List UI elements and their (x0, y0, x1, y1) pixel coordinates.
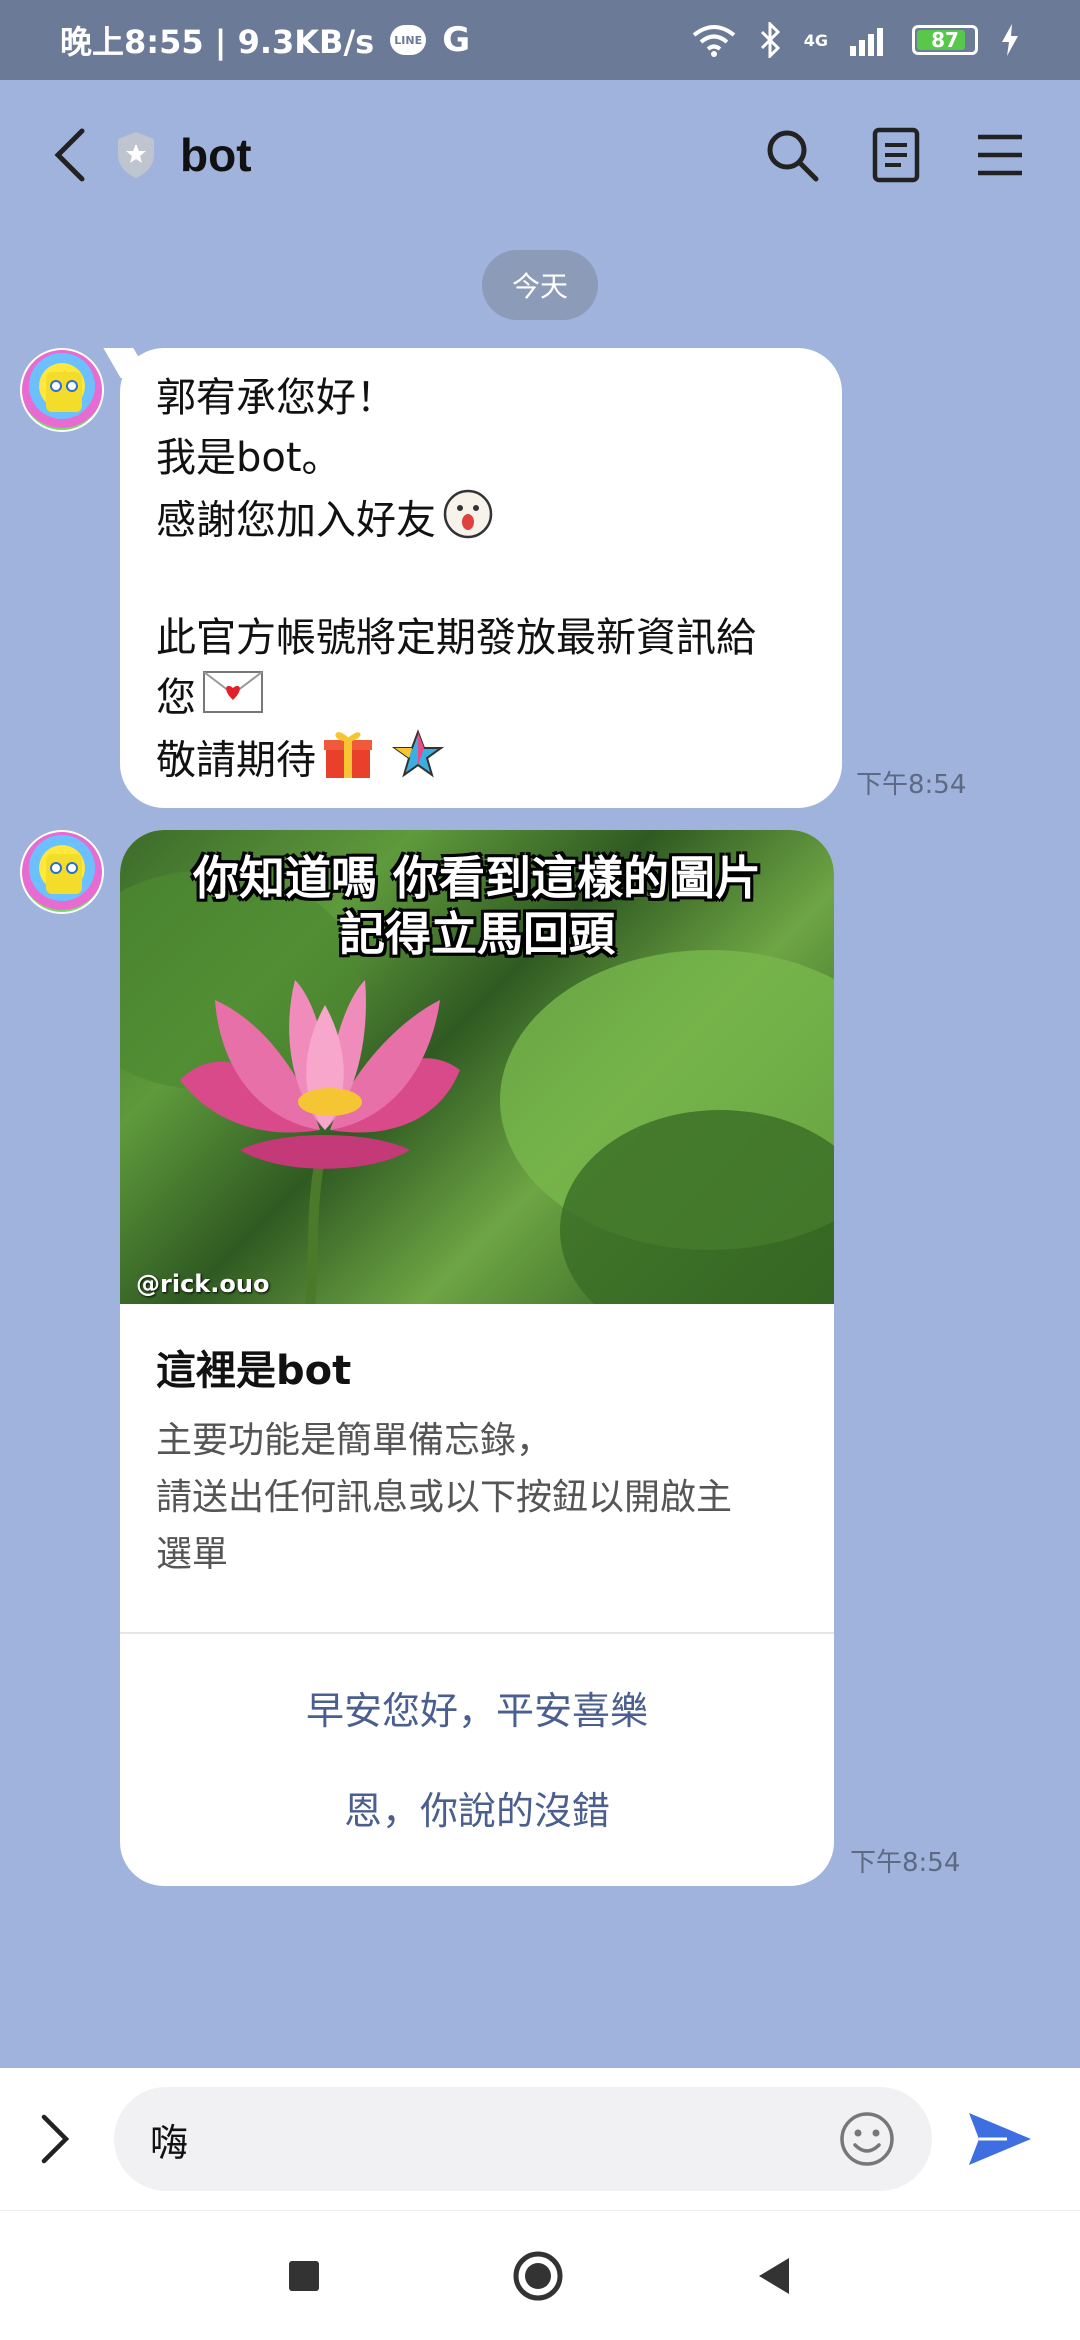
send-icon (969, 2113, 1031, 2165)
party-star-emoji-icon (391, 728, 445, 797)
menu-icon (978, 134, 1022, 176)
shocked-face-emoji-icon (442, 488, 494, 557)
message-input-bar: 嗨 (0, 2068, 1080, 2210)
card-action-button-2[interactable]: 恩，你說的沒錯 (120, 1776, 834, 1846)
chat-header: bot (0, 80, 1080, 230)
expand-button[interactable] (20, 2104, 90, 2174)
bluetooth-icon (760, 22, 780, 58)
battery-level: 87 (931, 28, 959, 52)
signal-icon (850, 28, 883, 56)
card-description-line: 主要功能是簡單備忘錄， (156, 1420, 553, 1461)
status-bar: 晚上8:55 | 9.3KB/s LINE G 4G 87 (0, 0, 1080, 80)
shield-icon (118, 132, 154, 178)
menu-button[interactable] (960, 115, 1040, 195)
google-notification-icon: G (442, 20, 471, 60)
chat-title: bot (180, 129, 252, 181)
network-type: 4G (803, 30, 828, 50)
status-time: 晚上8:55 | 9.3KB/s (60, 23, 375, 61)
battery-icon: 87 (912, 25, 978, 55)
message-timestamp: 下午8:54 (856, 770, 967, 800)
message-input-text: 嗨 (150, 2120, 189, 2165)
image-watermark: @rick.ouo (136, 1270, 270, 1298)
message-line: 此官方帳號將定期發放最新資訊給 (156, 615, 756, 661)
flex-message-card: 你知道嗎 你看到這樣的圖片 記得立馬回頭 @rick.ouo 這裡是bot 主要… (120, 830, 834, 1886)
card-hero-image[interactable]: 你知道嗎 你看到這樣的圖片 記得立馬回頭 @rick.ouo (120, 830, 834, 1304)
message-line-with-emoji: 您 (156, 668, 806, 728)
system-navigation-bar (0, 2210, 1080, 2340)
card-divider (120, 1632, 834, 1634)
wifi-icon (692, 25, 735, 57)
notes-icon (872, 127, 920, 183)
back-button[interactable] (40, 115, 100, 195)
smiley-icon[interactable] (838, 2110, 896, 2168)
charging-icon (1002, 24, 1018, 56)
image-caption-line2: 記得立馬回頭 (339, 907, 615, 961)
notes-button[interactable] (856, 115, 936, 195)
chevron-right-icon (41, 2114, 70, 2164)
home-icon[interactable] (511, 2249, 565, 2303)
card-timestamp: 下午8:54 (850, 1848, 961, 1878)
message-line: 郭宥承您好！ (156, 375, 396, 421)
search-button[interactable] (752, 115, 832, 195)
love-letter-emoji-icon (202, 670, 264, 731)
date-separator: 今天 (482, 250, 598, 320)
back-nav-icon[interactable] (755, 2256, 793, 2296)
line-notification-icon: LINE (390, 25, 427, 55)
bot-avatar[interactable] (20, 348, 104, 432)
bot-avatar[interactable] (20, 830, 104, 914)
card-description: 主要功能是簡單備忘錄， 請送出任何訊息或以下按鈕以開啟主 選單 (156, 1412, 798, 1583)
card-description-line: 請送出任何訊息或以下按鈕以開啟主 (156, 1477, 733, 1518)
send-button[interactable] (960, 2099, 1040, 2179)
gift-emoji-icon (322, 728, 374, 797)
card-title: 這裡是bot (156, 1348, 352, 1394)
recent-apps-icon[interactable] (287, 2259, 321, 2293)
message-line (156, 548, 806, 608)
message-line-with-emoji: 感謝您加入好友 (156, 488, 806, 548)
message-bubble[interactable]: 郭宥承您好！ 我是bot。 感謝您加入好友 此官方帳號將定期發放最新資訊給 您 … (120, 348, 842, 808)
chevron-left-icon (54, 128, 85, 182)
message-input[interactable]: 嗨 (114, 2087, 932, 2191)
message-line: 我是bot。 (156, 435, 342, 481)
search-icon (767, 130, 819, 182)
message-line-with-emoji: 敬請期待 (156, 728, 806, 788)
card-description-line: 選單 (156, 1534, 229, 1575)
card-action-button-1[interactable]: 早安您好，平安喜樂 (120, 1676, 834, 1746)
